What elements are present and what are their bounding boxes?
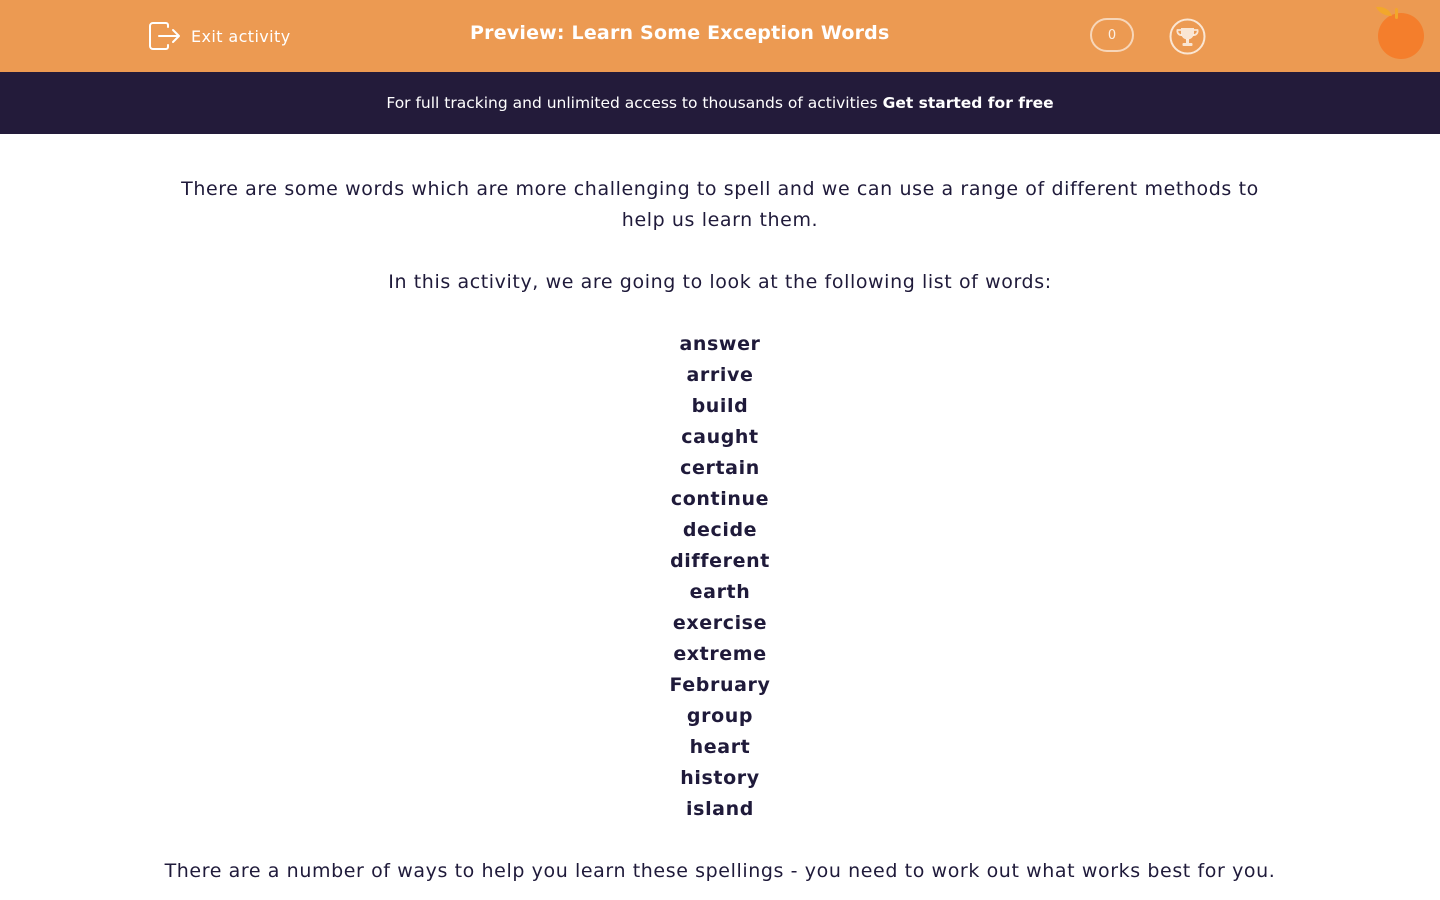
score-counter: 0 [1090, 18, 1134, 52]
exit-activity-label: Exit activity [191, 26, 291, 46]
word-item: extreme [673, 643, 767, 665]
word-item: group [686, 705, 754, 727]
activity-content: There are some words which are more chal… [160, 174, 1280, 887]
word-item: earth [689, 581, 751, 603]
exit-activity-button[interactable]: Exit activity [148, 20, 291, 52]
orange-logo-icon [1372, 4, 1428, 60]
methods-paragraph: There are a number of ways to help you l… [164, 860, 1276, 882]
trophy-icon[interactable] [1169, 18, 1206, 55]
word-item: continue [670, 488, 770, 510]
word-item: history [680, 767, 760, 789]
get-started-link[interactable]: Get started for free [883, 94, 1054, 112]
word-item: decide [682, 519, 758, 541]
word-item: answer [679, 333, 761, 355]
word-item: island [686, 798, 754, 820]
word-item: certain [680, 457, 760, 479]
top-bar: Exit activity Preview: Learn Some Except… [0, 0, 1440, 72]
word-item: heart [689, 736, 751, 758]
word-item: caught [681, 426, 759, 448]
word-item: build [691, 395, 749, 417]
word-item: different [670, 550, 770, 572]
page-title: Preview: Learn Some Exception Words [470, 22, 890, 44]
word-item: exercise [672, 612, 768, 634]
word-item: February [669, 674, 771, 696]
word-item: arrive [686, 364, 754, 386]
lead-paragraph: In this activity, we are going to look a… [388, 271, 1052, 293]
banner-text: For full tracking and unlimited access t… [386, 94, 878, 112]
intro-paragraph: There are some words which are more chal… [181, 178, 1259, 231]
upgrade-banner: For full tracking and unlimited access t… [0, 72, 1440, 134]
word-list: answer arrive build caught certain conti… [160, 329, 1280, 825]
exit-door-icon [148, 21, 182, 51]
